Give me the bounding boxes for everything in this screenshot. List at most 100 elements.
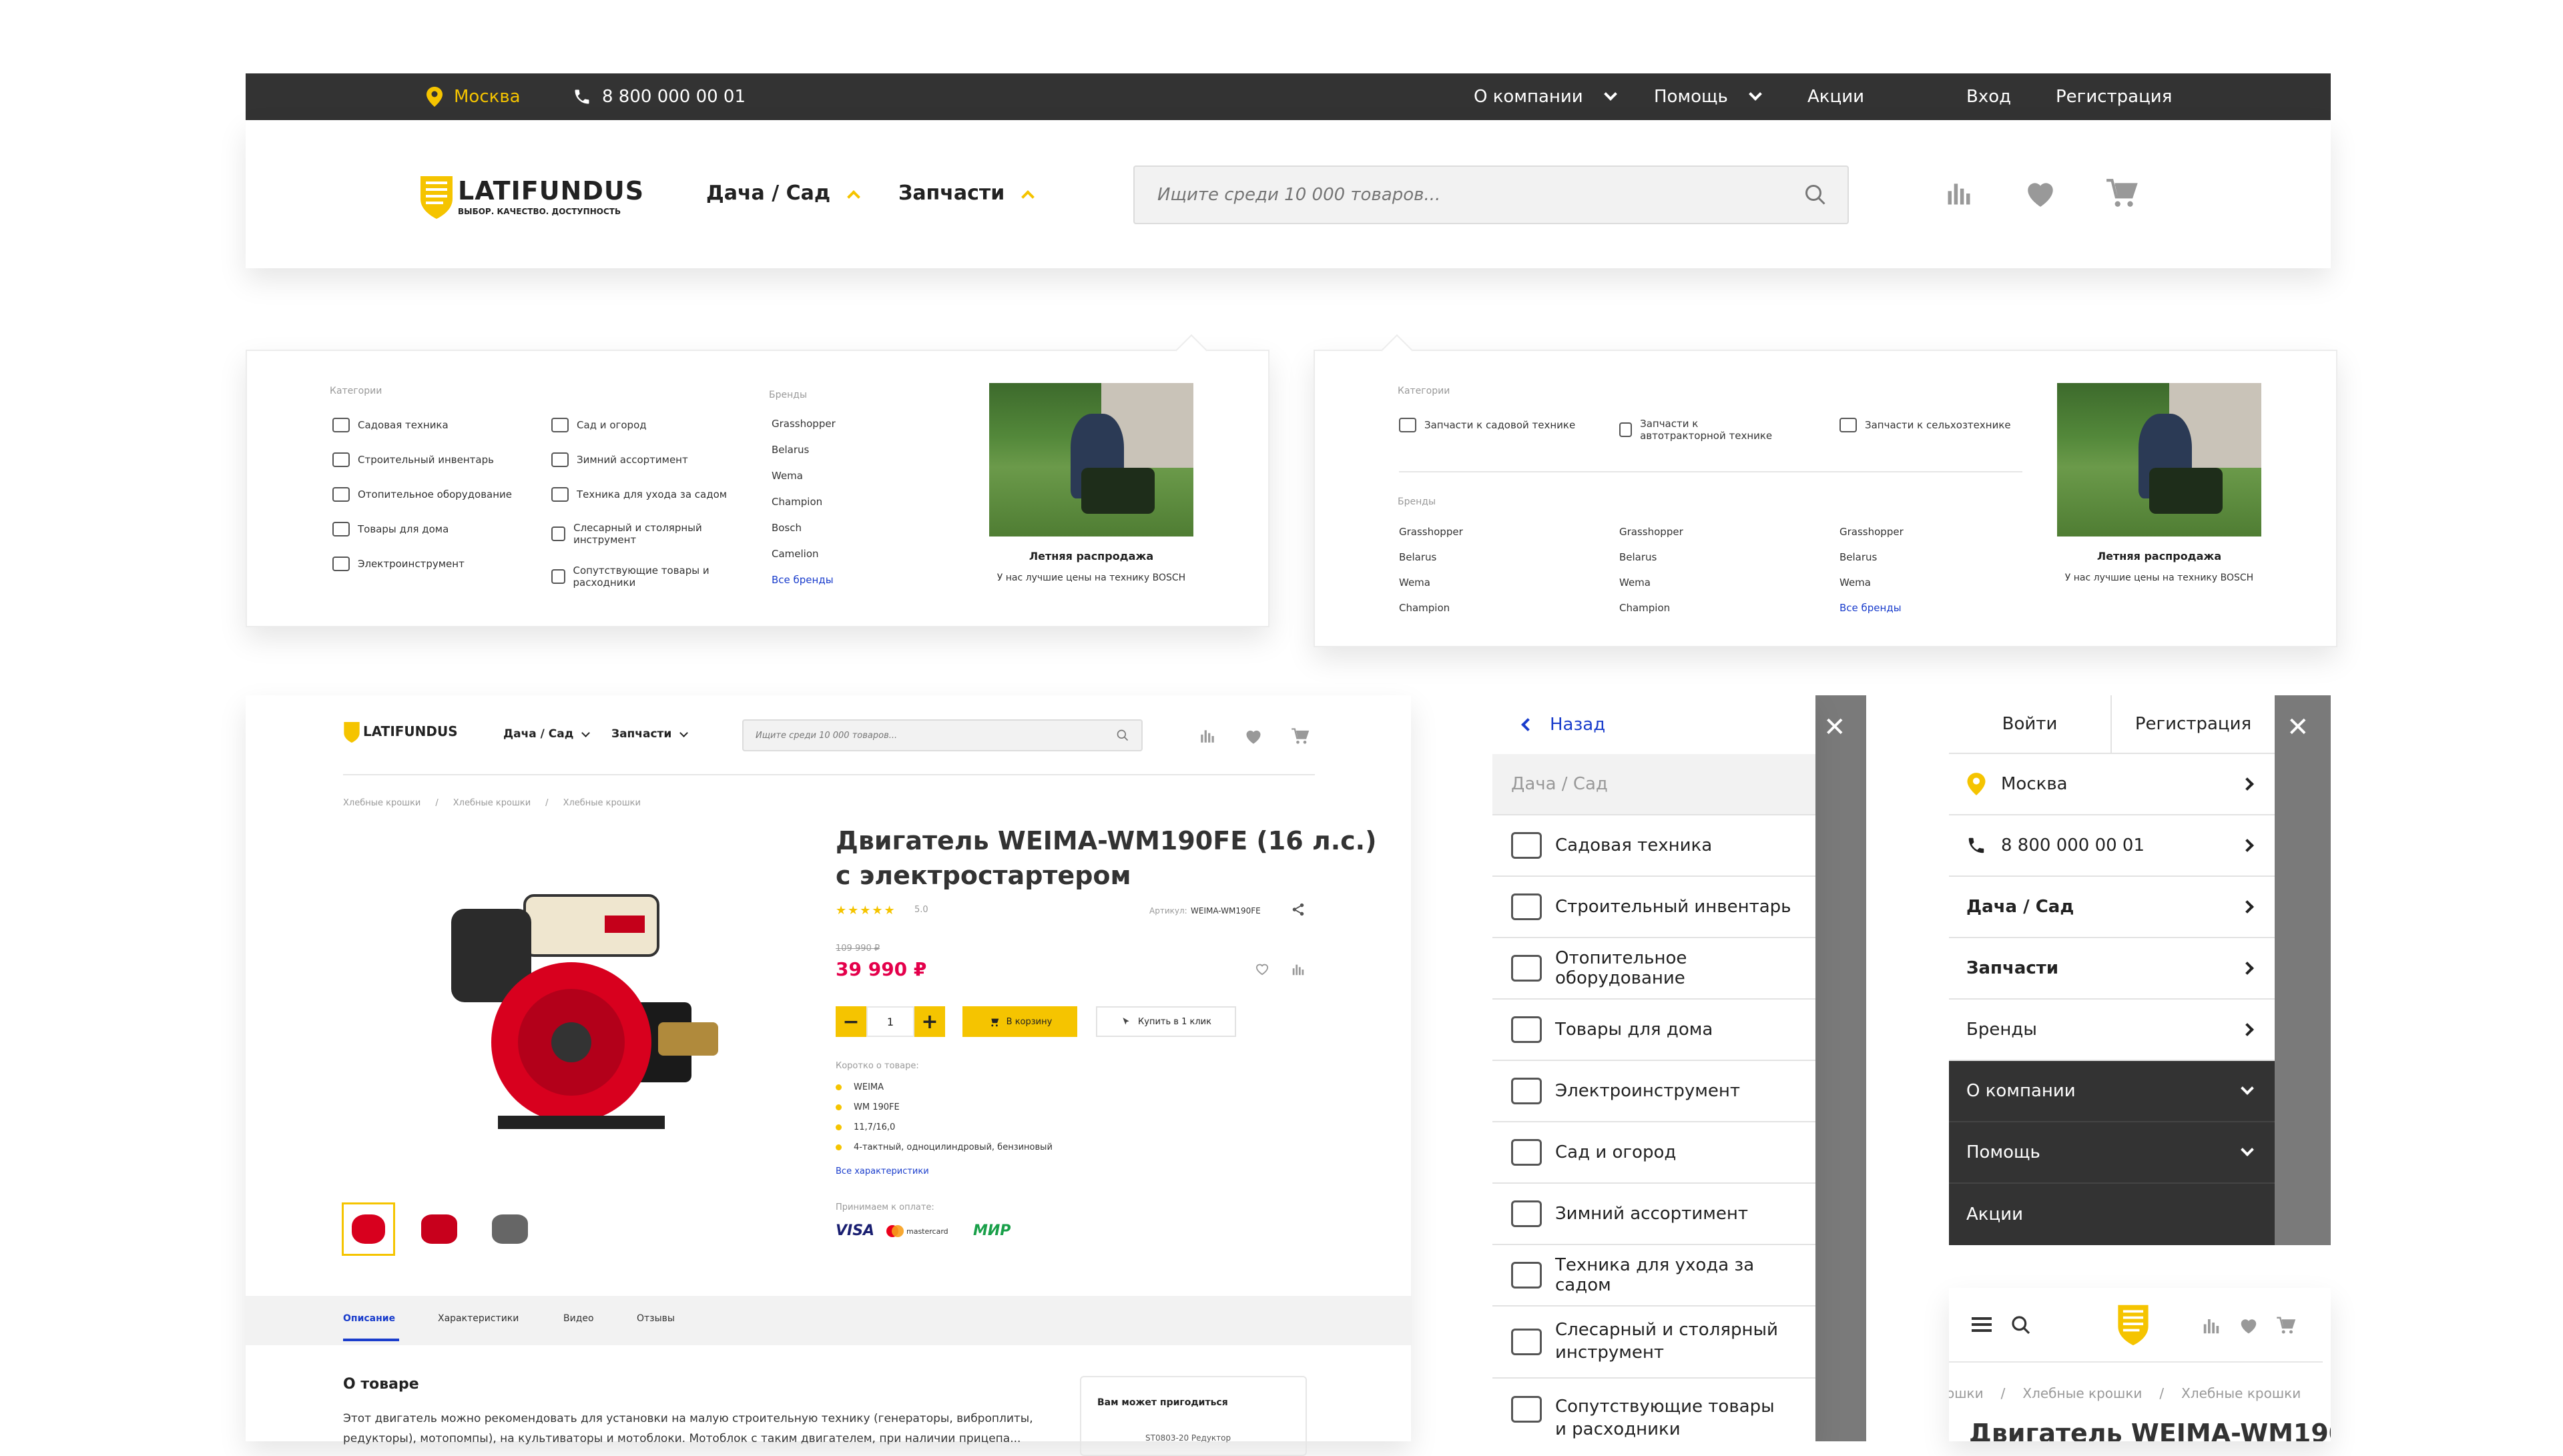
logo-text[interactable]: LATIFUNDUS: [363, 723, 458, 739]
brand-link[interactable]: Wema: [772, 470, 803, 482]
brand-link[interactable]: Belarus: [1839, 551, 1877, 563]
buy-one-click-button[interactable]: Купить в 1 клик: [1096, 1006, 1236, 1037]
brand-link[interactable]: Wema: [1839, 577, 1871, 589]
mobile-promo-row[interactable]: Акции: [1949, 1184, 2275, 1245]
mobile-category-item[interactable]: Отопительное оборудование: [1492, 938, 1815, 1000]
brand-link[interactable]: Champion: [1399, 602, 1450, 614]
compare-icon[interactable]: [2201, 1316, 2221, 1336]
heart-outline-icon[interactable]: [1255, 962, 1269, 976]
thumbnail[interactable]: [412, 1202, 466, 1256]
mobile-brands-row[interactable]: Бренды: [1949, 1000, 2275, 1061]
all-brands-link[interactable]: Все бренды: [1839, 602, 1902, 614]
category-item[interactable]: Техника для ухода за садом: [551, 487, 727, 502]
overlay-backdrop[interactable]: [2275, 695, 2331, 1245]
hamburger-menu-icon[interactable]: [1972, 1317, 1992, 1332]
search-icon[interactable]: [2010, 1315, 2032, 1336]
brand-link[interactable]: Champion: [1619, 602, 1670, 614]
thumbnail[interactable]: [483, 1202, 537, 1256]
brand-link[interactable]: Grasshopper: [1619, 526, 1683, 538]
tab-reviews[interactable]: Отзывы: [637, 1313, 675, 1324]
mobile-dacha-row[interactable]: Дача / Сад: [1949, 877, 2275, 938]
mobile-category-item[interactable]: Сад и огород: [1492, 1122, 1815, 1184]
tab-video[interactable]: Видео: [563, 1313, 594, 1324]
heart-icon[interactable]: [2024, 177, 2057, 208]
category-item[interactable]: Сад и огород: [551, 418, 647, 432]
mobile-about-row[interactable]: О компании: [1949, 1061, 2275, 1122]
brand-link[interactable]: Belarus: [1619, 551, 1657, 563]
mobile-category-item[interactable]: Электроинструмент: [1492, 1061, 1815, 1122]
login-link[interactable]: Вход: [1966, 73, 2011, 120]
brand-link[interactable]: Champion: [772, 496, 822, 508]
mobile-category-item[interactable]: Товары для дома: [1492, 1000, 1815, 1061]
phone-link[interactable]: 8 800 000 00 01: [573, 73, 746, 120]
category-item[interactable]: Строительный инвентарь: [332, 452, 494, 467]
cart-icon[interactable]: [2276, 1316, 2296, 1335]
heart-icon[interactable]: [2239, 1316, 2259, 1335]
search-bar[interactable]: [1133, 165, 1849, 224]
qty-plus-button[interactable]: +: [914, 1006, 945, 1037]
breadcrumb-link[interactable]: Хлебные крошки: [2022, 1385, 2142, 1401]
back-button[interactable]: Назад: [1492, 695, 1815, 754]
overlay-backdrop[interactable]: [1815, 695, 1866, 1441]
category-item[interactable]: Электроинструмент: [332, 557, 465, 571]
breadcrumb-link[interactable]: ошки: [1949, 1385, 1984, 1401]
add-to-cart-button[interactable]: В корзину: [962, 1006, 1077, 1037]
site-logo[interactable]: LATIFUNDUS ВЫБОР. КАЧЕСТВО. ДОСТУПНОСТЬ: [419, 173, 643, 227]
nav-parts[interactable]: Запчасти: [611, 727, 689, 741]
all-specs-link[interactable]: Все характеристики: [836, 1166, 929, 1176]
mobile-parts-row[interactable]: Запчасти: [1949, 938, 2275, 1000]
qty-value[interactable]: 1: [866, 1006, 914, 1037]
category-item[interactable]: Отопительное оборудование: [332, 487, 512, 502]
product-image[interactable]: [438, 869, 732, 1162]
city-selector[interactable]: Москва: [426, 73, 521, 120]
mobile-help-row[interactable]: Помощь: [1949, 1122, 2275, 1184]
brand-link[interactable]: Grasshopper: [772, 418, 836, 430]
heart-icon[interactable]: [1244, 727, 1263, 745]
brand-link[interactable]: Wema: [1619, 577, 1651, 589]
tab-specs[interactable]: Характеристики: [438, 1313, 519, 1324]
category-item[interactable]: Слесарный и столярный инструмент: [551, 522, 725, 546]
mobile-category-item[interactable]: Слесарный и столярный инструмент: [1492, 1307, 1815, 1379]
search-input[interactable]: [1135, 167, 1775, 223]
nav-dacha[interactable]: Дача / Сад: [706, 181, 861, 205]
mobile-category-item[interactable]: Техника для ухода за садом: [1492, 1245, 1815, 1307]
mobile-category-item[interactable]: Строительный инвентарь: [1492, 877, 1815, 938]
tab-description[interactable]: Описание: [343, 1313, 395, 1324]
nav-parts[interactable]: Запчасти: [898, 181, 1035, 205]
breadcrumb-link[interactable]: Хлебные крошки: [453, 798, 531, 808]
category-item[interactable]: Запчасти к автотракторной технике: [1619, 418, 1773, 442]
category-item[interactable]: Сопутствующие товары и расходники: [551, 565, 725, 589]
brand-link[interactable]: Grasshopper: [1399, 526, 1463, 538]
qty-minus-button[interactable]: −: [836, 1006, 866, 1037]
promo-image[interactable]: [2057, 383, 2261, 536]
mobile-login-button[interactable]: Войти: [1949, 695, 2112, 754]
mobile-phone-row[interactable]: 8 800 000 00 01: [1949, 815, 2275, 877]
compare-icon[interactable]: [1199, 727, 1216, 745]
close-icon[interactable]: ✕: [1823, 714, 1846, 741]
category-item[interactable]: Садовая техника: [332, 418, 449, 432]
all-brands-link[interactable]: Все бренды: [772, 574, 834, 586]
compare-icon[interactable]: [1291, 962, 1306, 977]
mobile-category-item[interactable]: Зимний ассортимент: [1492, 1184, 1815, 1245]
menu-about[interactable]: О компании: [1474, 73, 1617, 120]
compare-icon[interactable]: [1944, 179, 1974, 208]
category-item[interactable]: Запчасти к садовой технике: [1399, 418, 1575, 432]
brand-link[interactable]: Wema: [1399, 577, 1430, 589]
brand-link[interactable]: Belarus: [1399, 551, 1436, 563]
search-bar[interactable]: [742, 719, 1143, 751]
category-item[interactable]: Зимний ассортимент: [551, 452, 688, 467]
menu-help[interactable]: Помощь: [1654, 73, 1762, 120]
mobile-category-item[interactable]: Садовая техника: [1492, 815, 1815, 877]
menu-promo[interactable]: Акции: [1807, 73, 1864, 120]
cart-icon[interactable]: [2105, 177, 2139, 208]
mobile-category-item[interactable]: Сопутствующие товары и расходники: [1492, 1379, 1815, 1441]
register-link[interactable]: Регистрация: [2056, 73, 2172, 120]
brand-link[interactable]: Grasshopper: [1839, 526, 1904, 538]
search-icon[interactable]: [1116, 729, 1129, 742]
mobile-city-row[interactable]: Москва: [1949, 754, 2275, 815]
close-icon[interactable]: ✕: [2287, 714, 2309, 741]
share-icon[interactable]: [1291, 902, 1306, 917]
brand-link[interactable]: Camelion: [772, 548, 819, 560]
promo-image[interactable]: [989, 383, 1193, 536]
category-item[interactable]: Товары для дома: [332, 522, 449, 536]
